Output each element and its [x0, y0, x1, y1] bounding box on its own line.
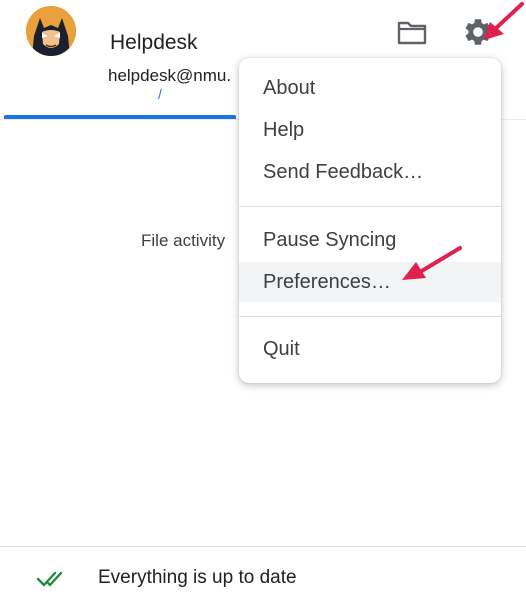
menu-item-quit[interactable]: Quit	[239, 329, 501, 369]
sync-status-text: Everything is up to date	[98, 567, 297, 588]
menu-divider	[239, 316, 501, 317]
gear-icon	[465, 19, 491, 45]
avatar[interactable]	[26, 6, 76, 56]
menu-item-help[interactable]: Help	[239, 110, 501, 150]
open-folder-button[interactable]	[394, 14, 430, 50]
settings-button[interactable]	[460, 14, 496, 50]
sync-status-icon	[36, 568, 68, 595]
footer-divider	[0, 546, 526, 547]
account-name: Helpdesk	[110, 31, 198, 54]
account-email: helpdesk@nmu.	[108, 66, 232, 85]
avatar-image	[26, 6, 76, 56]
file-activity-message: File activity	[141, 231, 226, 250]
menu-divider	[239, 206, 501, 207]
menu-item-pause-syncing[interactable]: Pause Syncing	[239, 220, 501, 260]
menu-item-about[interactable]: About	[239, 68, 501, 108]
folder-icon	[397, 21, 427, 45]
tab-label-fragment: /	[158, 86, 162, 102]
settings-menu: About Help Send Feedback… Pause Syncing …	[239, 58, 501, 383]
menu-item-send-feedback[interactable]: Send Feedback…	[239, 152, 501, 192]
double-check-icon	[36, 571, 63, 587]
menu-item-preferences[interactable]: Preferences…	[239, 262, 501, 302]
